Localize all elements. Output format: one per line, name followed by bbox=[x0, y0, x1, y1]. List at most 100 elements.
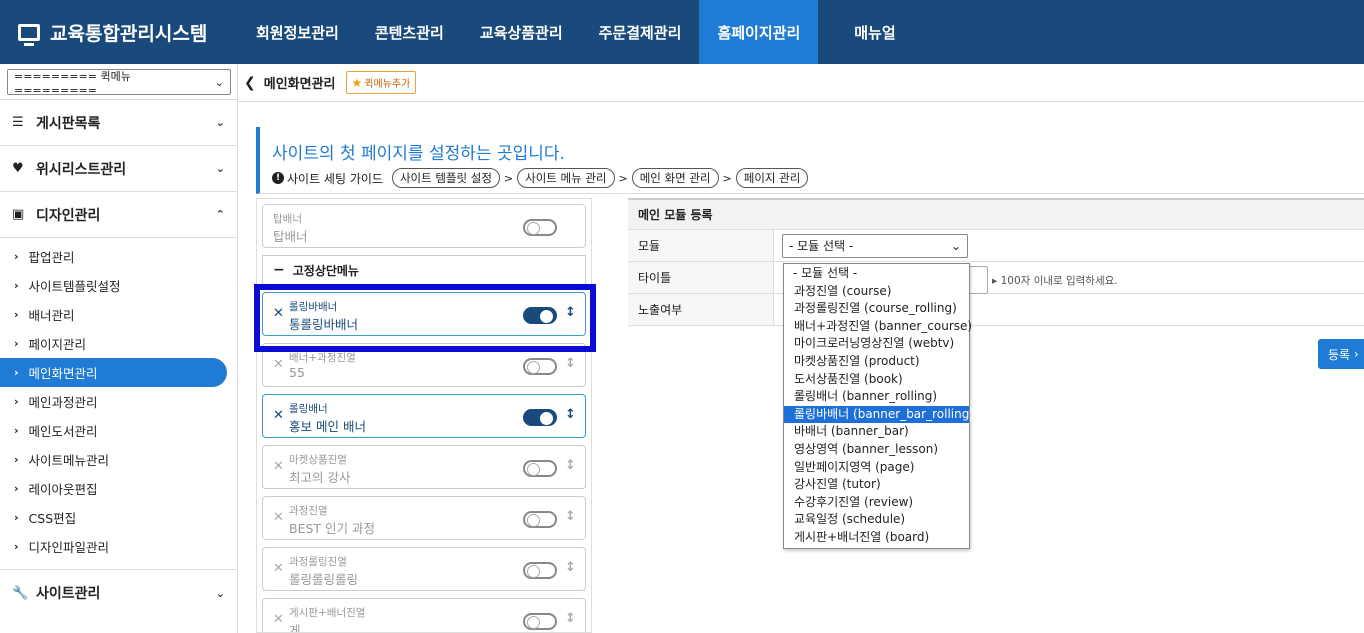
quick-menu-value: ========= 퀵메뉴 ========= bbox=[14, 69, 131, 97]
sort-handle-icon[interactable]: ↕ bbox=[565, 509, 576, 524]
sort-handle-icon[interactable]: ↕ bbox=[565, 407, 576, 422]
guide-step-page[interactable]: 페이지 관리 bbox=[735, 168, 809, 188]
sort-handle-icon[interactable]: ↕ bbox=[565, 611, 576, 626]
back-icon[interactable]: ❮ bbox=[244, 75, 256, 91]
nav-item-member[interactable]: 회원정보관리 bbox=[238, 0, 357, 64]
sidebar-item-label: 메인도서관리 bbox=[28, 424, 98, 439]
module-form: 메인 모듈 등록 모듈 - 모듈 선택 - ⌄ 타이틀 노출여부 bbox=[628, 198, 1364, 326]
module-item[interactable]: ✕ 과정진열 BEST 인기 과정 ↕ bbox=[262, 496, 586, 540]
module-select[interactable]: - 모듈 선택 - ⌄ bbox=[782, 233, 968, 258]
guide-step-main[interactable]: 메인 화면 관리 bbox=[631, 168, 719, 188]
module-select-value: - 모듈 선택 - bbox=[789, 239, 854, 253]
dropdown-option[interactable]: 롤링배너 (banner_rolling) bbox=[784, 388, 969, 406]
visibility-toggle[interactable] bbox=[523, 219, 557, 236]
page-header: 사이트의 첫 페이지를 설정하는 곳입니다. ! 사이트 세팅 가이드 사이트 … bbox=[256, 127, 1364, 194]
quick-menu-select[interactable]: ========= 퀵메뉴 ========= ⌄ bbox=[7, 69, 231, 97]
module-item[interactable]: ✕ 배너+과정진열 55 ↕ bbox=[262, 343, 586, 387]
dropdown-option[interactable]: 마켓상품진열 (product) bbox=[784, 353, 969, 371]
visibility-toggle[interactable] bbox=[523, 562, 557, 579]
sidebar-item-popup[interactable]: › 팝업관리 bbox=[0, 242, 227, 271]
dropdown-option[interactable]: 과정진열 (course) bbox=[784, 283, 969, 301]
chevron-right-icon: › bbox=[14, 337, 19, 350]
dropdown-option[interactable]: 강사진열 (tutor) bbox=[784, 476, 969, 494]
close-icon[interactable]: ✕ bbox=[273, 561, 284, 576]
sidebar-item-site-menu[interactable]: › 사이트메뉴관리 bbox=[0, 445, 227, 474]
nav-item-content[interactable]: 콘텐츠관리 bbox=[357, 0, 462, 64]
close-icon[interactable]: ✕ bbox=[273, 459, 284, 474]
sort-handle-icon[interactable]: ↕ bbox=[565, 560, 576, 575]
sidebar-item-label: 메인화면관리 bbox=[28, 366, 98, 381]
close-icon[interactable]: ✕ bbox=[273, 357, 284, 372]
sidebar-section-design[interactable]: ▣ 디자인관리 ⌃ bbox=[0, 192, 237, 238]
sidebar-item-main-course[interactable]: › 메인과정관리 bbox=[0, 387, 227, 416]
add-quick-menu-label: 퀵메뉴추가 bbox=[364, 79, 411, 90]
dropdown-option[interactable]: - 모듈 선택 - bbox=[784, 265, 969, 283]
sidebar-item-label: 페이지관리 bbox=[28, 337, 87, 352]
sidebar-item-label: 레이아웃편집 bbox=[28, 482, 98, 497]
fixed-top-menu-group[interactable]: − 고정상단메뉴 bbox=[262, 255, 586, 285]
dropdown-option[interactable]: 교육일정 (schedule) bbox=[784, 511, 969, 529]
module-item[interactable]: ✕ 게시판+배너진열 게 ↕ bbox=[262, 598, 586, 632]
sidebar-section-board[interactable]: ☰ 게시판목록 ⌄ bbox=[0, 100, 237, 146]
close-icon[interactable]: ✕ bbox=[273, 612, 284, 627]
chevron-down-icon: ⌄ bbox=[215, 586, 225, 600]
sidebar-item-main-screen[interactable]: › 메인화면관리 bbox=[0, 358, 227, 387]
brand[interactable]: 교육통합관리시스템 bbox=[0, 0, 238, 64]
dropdown-option[interactable]: 수강후기진열 (review) bbox=[784, 494, 969, 512]
dropdown-option[interactable]: 일반페이지영역 (page) bbox=[784, 459, 969, 477]
visibility-toggle[interactable] bbox=[523, 307, 557, 324]
visibility-toggle[interactable] bbox=[523, 511, 557, 528]
guide-step-menu[interactable]: 사이트 메뉴 관리 bbox=[517, 168, 615, 188]
sort-handle-icon[interactable]: ↕ bbox=[565, 458, 576, 473]
sidebar-item-label: 사이트메뉴관리 bbox=[28, 453, 110, 468]
sidebar-item-template[interactable]: › 사이트템플릿설정 bbox=[0, 271, 227, 300]
sidebar-item-main-book[interactable]: › 메인도서관리 bbox=[0, 416, 227, 445]
dropdown-option[interactable]: 영상영역 (banner_lesson) bbox=[784, 441, 969, 459]
sort-handle-icon[interactable]: ↕ bbox=[565, 356, 576, 371]
title-label: 타이틀 bbox=[628, 262, 774, 293]
dropdown-option[interactable]: 마이크로러닝영상진열 (webtv) bbox=[784, 335, 969, 353]
section-label: 사이트관리 bbox=[36, 586, 101, 602]
visibility-toggle[interactable] bbox=[523, 460, 557, 477]
sidebar-section-wishlist[interactable]: ♥ 위시리스트관리 ⌄ bbox=[0, 146, 237, 192]
module-item[interactable]: ✕ 롤링바배너 통롤링바배너 ↕ bbox=[262, 292, 586, 336]
title-input[interactable] bbox=[970, 266, 988, 294]
sidebar-item-design-file[interactable]: › 디자인파일관리 bbox=[0, 532, 227, 561]
nav-item-order[interactable]: 주문결제관리 bbox=[581, 0, 700, 64]
nav-item-product[interactable]: 교육상품관리 bbox=[462, 0, 581, 64]
close-icon[interactable]: ✕ bbox=[273, 408, 284, 423]
sort-handle-icon[interactable]: ↕ bbox=[565, 305, 576, 320]
sidebar-item-label: CSS편집 bbox=[28, 511, 77, 526]
star-icon: ★ bbox=[351, 75, 363, 90]
sidebar-item-layout[interactable]: › 레이아웃편집 bbox=[0, 474, 227, 503]
nav-item-homepage[interactable]: 홈페이지관리 bbox=[699, 0, 819, 64]
chevron-down-icon: ⌄ bbox=[214, 75, 224, 89]
nav-item-manual[interactable]: 매뉴얼 bbox=[818, 0, 931, 64]
module-item[interactable]: ✕ 롤링배너 홍보 메인 배너 ↕ bbox=[262, 394, 586, 438]
close-icon[interactable]: ✕ bbox=[273, 510, 284, 525]
module-top-banner[interactable]: 탑배너 탑배너 bbox=[262, 204, 586, 248]
chevron-down-icon: ⌄ bbox=[215, 116, 225, 129]
register-button[interactable]: 등록 › bbox=[1318, 339, 1364, 369]
dropdown-option[interactable]: 배너+과정진열 (banner_course) bbox=[784, 318, 972, 336]
dropdown-option[interactable]: 과정롤링진열 (course_rolling) bbox=[784, 300, 969, 318]
sidebar-item-css[interactable]: › CSS편집 bbox=[0, 503, 227, 532]
module-item[interactable]: ✕ 과정롤링진열 롤링롤링롤링 ↕ bbox=[262, 547, 586, 591]
dropdown-option[interactable]: 바배너 (banner_bar) bbox=[784, 423, 969, 441]
chevron-right-icon: › bbox=[14, 453, 19, 466]
sidebar-section-site[interactable]: 🔧 사이트관리 ⌄ bbox=[0, 570, 237, 616]
module-item[interactable]: ✕ 마켓상품진열 최고의 강사 ↕ bbox=[262, 445, 586, 489]
sidebar-item-page[interactable]: › 페이지관리 bbox=[0, 329, 227, 358]
close-icon[interactable]: ✕ bbox=[273, 306, 284, 321]
add-quick-menu-button[interactable]: ★ 퀵메뉴추가 bbox=[345, 71, 417, 94]
visibility-toggle[interactable] bbox=[523, 358, 557, 375]
visibility-toggle[interactable] bbox=[523, 409, 557, 426]
visibility-toggle[interactable] bbox=[523, 613, 557, 630]
sidebar-item-label: 메인과정관리 bbox=[28, 395, 98, 410]
dropdown-option-highlighted[interactable]: 롤링바배너 (banner_bar_rolling) bbox=[784, 405, 974, 424]
chevron-right-icon: › bbox=[14, 482, 19, 495]
dropdown-option[interactable]: 도서상품진열 (book) bbox=[784, 371, 969, 389]
sidebar-item-banner[interactable]: › 배너관리 bbox=[0, 300, 227, 329]
dropdown-option[interactable]: 게시판+배너진열 (board) bbox=[784, 529, 969, 547]
guide-step-template[interactable]: 사이트 템플릿 설정 bbox=[391, 168, 500, 188]
